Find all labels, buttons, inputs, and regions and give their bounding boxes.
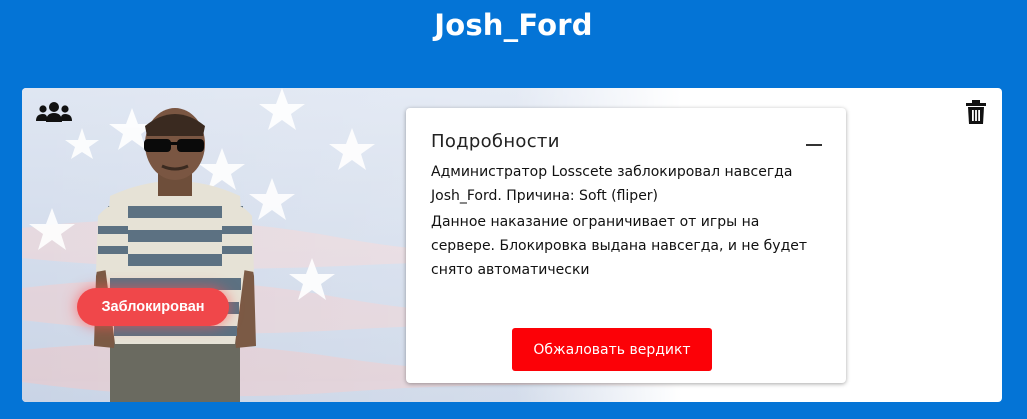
character-avatar — [94, 108, 256, 402]
trash-icon[interactable] — [966, 100, 986, 124]
ban-description: Администратор Losscete заблокировал навс… — [431, 164, 793, 204]
ban-card: Заблокирован Подробности Администратор L… — [22, 88, 1002, 402]
users-group-icon — [36, 102, 72, 122]
ban-consequence: Данное наказание ограничивает от игры на… — [431, 214, 808, 278]
status-badge: Заблокирован — [77, 288, 229, 326]
details-title: Подробности — [431, 131, 560, 152]
page-title: Josh_Ford — [434, 8, 593, 42]
appeal-button[interactable]: Обжаловать вердикт — [512, 328, 712, 371]
minus-icon[interactable] — [806, 144, 822, 146]
details-panel: Подробности Администратор Losscete забло… — [406, 108, 846, 383]
